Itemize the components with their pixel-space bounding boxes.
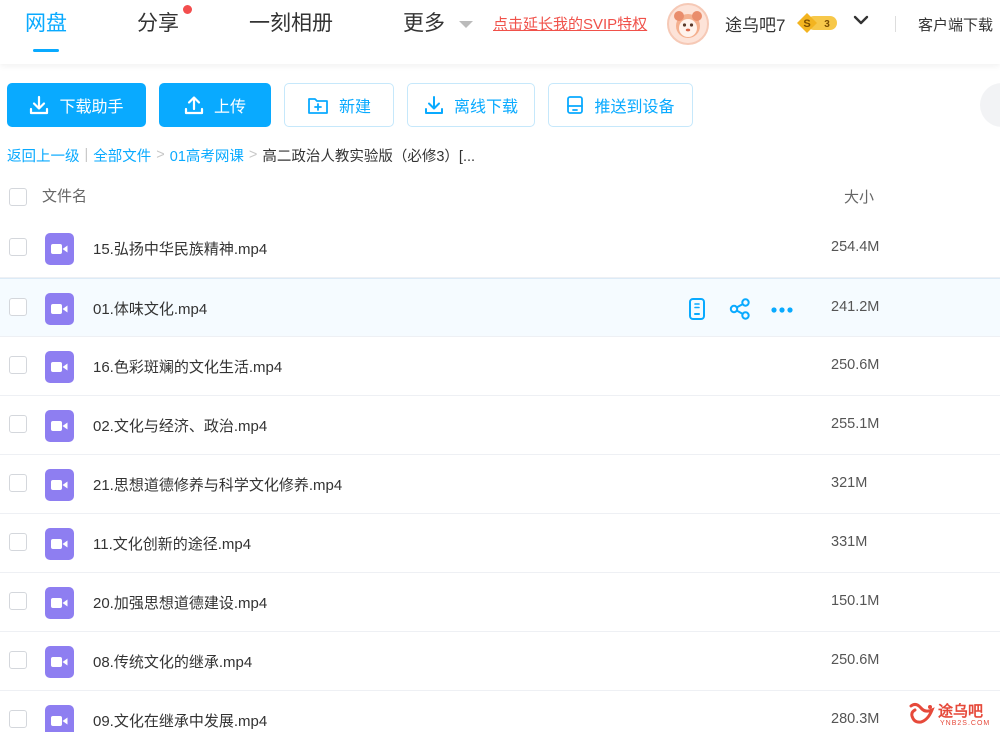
notification-dot	[183, 5, 192, 14]
row-checkbox[interactable]	[9, 474, 27, 492]
video-file-icon	[45, 528, 74, 560]
svip-level-badge: S 3	[797, 13, 839, 33]
caret-down-icon[interactable]	[459, 21, 473, 28]
download-helper-label: 下载助手	[59, 99, 124, 116]
username[interactable]: 途乌吧7	[725, 11, 785, 36]
video-file-icon	[45, 233, 74, 265]
row-checkbox[interactable]	[9, 298, 27, 316]
column-size-header[interactable]: 大小	[844, 186, 874, 207]
file-size: 250.6M	[831, 652, 880, 668]
phone-push-icon[interactable]	[687, 298, 707, 325]
breadcrumb-chevron-icon: >	[248, 147, 258, 163]
file-size: 331M	[831, 534, 868, 550]
video-file-icon	[45, 293, 74, 325]
avatar[interactable]	[667, 3, 709, 45]
tab-share[interactable]: 分享	[137, 10, 179, 38]
row-actions	[687, 298, 797, 320]
file-size: 321M	[831, 475, 868, 491]
video-file-icon	[45, 410, 74, 442]
file-row-8[interactable]: 09.文化在继承中发展.mp4 280.3M	[0, 691, 1000, 732]
file-name[interactable]: 09.文化在继承中发展.mp4	[93, 710, 267, 731]
device-icon	[567, 96, 584, 114]
tab-netdisk[interactable]: 网盘	[25, 10, 67, 38]
download-icon	[30, 95, 49, 115]
breadcrumb-back[interactable]: 返回上一级	[7, 145, 80, 166]
upload-label: 上传	[213, 99, 246, 116]
file-row-2[interactable]: 16.色彩斑斓的文化生活.mp4 250.6M	[0, 337, 1000, 396]
file-size: 150.1M	[831, 593, 880, 609]
video-file-icon	[45, 351, 74, 383]
breadcrumb-folder[interactable]: 01高考网课	[170, 145, 244, 166]
file-row-7[interactable]: 08.传统文化的继承.mp4 250.6M	[0, 632, 1000, 691]
file-name[interactable]: 15.弘扬中华民族精神.mp4	[93, 238, 267, 259]
breadcrumb-divider: |	[84, 147, 89, 163]
file-row-4[interactable]: 21.思想道德修养与科学文化修养.mp4 321M	[0, 455, 1000, 514]
video-file-icon	[45, 587, 74, 619]
file-row-6[interactable]: 20.加强思想道德建设.mp4 150.1M	[0, 573, 1000, 632]
file-name[interactable]: 08.传统文化的继承.mp4	[93, 651, 252, 672]
push-to-device-label: 推送到设备	[594, 99, 675, 116]
watermark-logo: 途乌吧 YNB2S.COM	[908, 698, 998, 732]
file-size: 241.2M	[831, 299, 880, 315]
file-row-5[interactable]: 11.文化创新的途径.mp4 331M	[0, 514, 1000, 573]
client-download-link[interactable]: 客户端下载	[918, 14, 993, 35]
new-folder-icon	[308, 98, 328, 114]
file-size: 280.3M	[831, 711, 880, 727]
file-row-3[interactable]: 02.文化与经济、政治.mp4 255.1M	[0, 396, 1000, 455]
file-name[interactable]: 20.加强思想道德建设.mp4	[93, 592, 267, 613]
new-folder-label: 新建	[338, 99, 371, 116]
breadcrumb-all-files[interactable]: 全部文件	[93, 145, 151, 166]
row-checkbox[interactable]	[9, 356, 27, 374]
new-folder-button[interactable]: 新建	[284, 83, 394, 127]
row-checkbox[interactable]	[9, 533, 27, 551]
file-name[interactable]: 02.文化与经济、政治.mp4	[93, 415, 267, 436]
breadcrumb-current: 高二政治人教实验版（必修3）[...	[262, 148, 476, 165]
video-file-icon	[45, 705, 74, 732]
select-all-checkbox[interactable]	[9, 188, 27, 206]
push-to-device-button[interactable]: 推送到设备	[548, 83, 693, 127]
file-size: 255.1M	[831, 416, 880, 432]
video-file-icon	[45, 469, 74, 501]
nav-divider	[895, 16, 896, 32]
file-name[interactable]: 16.色彩斑斓的文化生活.mp4	[93, 356, 282, 377]
download-helper-button[interactable]: 下载助手	[7, 83, 146, 127]
breadcrumb: 返回上一级 | 全部文件 > 01高考网课 > 高二政治人教实验版（必修3）[.…	[7, 145, 475, 165]
offline-download-label: 离线下载	[453, 99, 518, 116]
row-checkbox[interactable]	[9, 415, 27, 433]
bird-logo-icon	[909, 702, 935, 724]
top-nav: 网盘 分享 一刻相册 更多 点击延长我的SVIP特权 途乌吧7 S 3 客户端下…	[0, 0, 1000, 64]
file-size: 250.6M	[831, 357, 880, 373]
offline-download-button[interactable]: 离线下载	[407, 83, 535, 127]
file-list-header: 文件名 大小	[0, 170, 1000, 220]
row-checkbox[interactable]	[9, 651, 27, 669]
file-name[interactable]: 01.体味文化.mp4	[93, 298, 207, 319]
more-icon[interactable]	[770, 303, 794, 321]
view-toggle-button[interactable]	[980, 83, 1000, 127]
row-checkbox[interactable]	[9, 710, 27, 728]
tab-album[interactable]: 一刻相册	[249, 10, 333, 38]
breadcrumb-chevron-icon: >	[156, 147, 165, 163]
active-tab-indicator	[33, 49, 59, 52]
tab-more[interactable]: 更多	[403, 10, 445, 38]
watermark-text: 途乌吧	[938, 703, 984, 720]
upload-icon	[184, 96, 204, 115]
offline-download-icon	[424, 96, 443, 114]
vip-level-text: 3	[824, 19, 830, 30]
file-row-0[interactable]: 15.弘扬中华民族精神.mp4 254.4M	[0, 219, 1000, 278]
svip-promo-link[interactable]: 点击延长我的SVIP特权	[493, 13, 647, 34]
column-name-header[interactable]: 文件名	[42, 185, 87, 206]
share-icon[interactable]	[729, 298, 751, 325]
row-checkbox[interactable]	[9, 592, 27, 610]
video-file-icon	[45, 646, 74, 678]
watermark-subtext: YNB2S.COM	[940, 720, 991, 727]
row-checkbox[interactable]	[9, 238, 27, 256]
upload-button[interactable]: 上传	[159, 83, 271, 127]
file-name[interactable]: 11.文化创新的途径.mp4	[93, 533, 251, 554]
vip-badge-letter: S	[803, 18, 810, 30]
file-row-1[interactable]: 01.体味文化.mp4 241.2M	[0, 278, 1000, 337]
chevron-down-icon[interactable]	[853, 12, 869, 28]
file-size: 254.4M	[831, 239, 880, 255]
file-name[interactable]: 21.思想道德修养与科学文化修养.mp4	[93, 474, 342, 495]
